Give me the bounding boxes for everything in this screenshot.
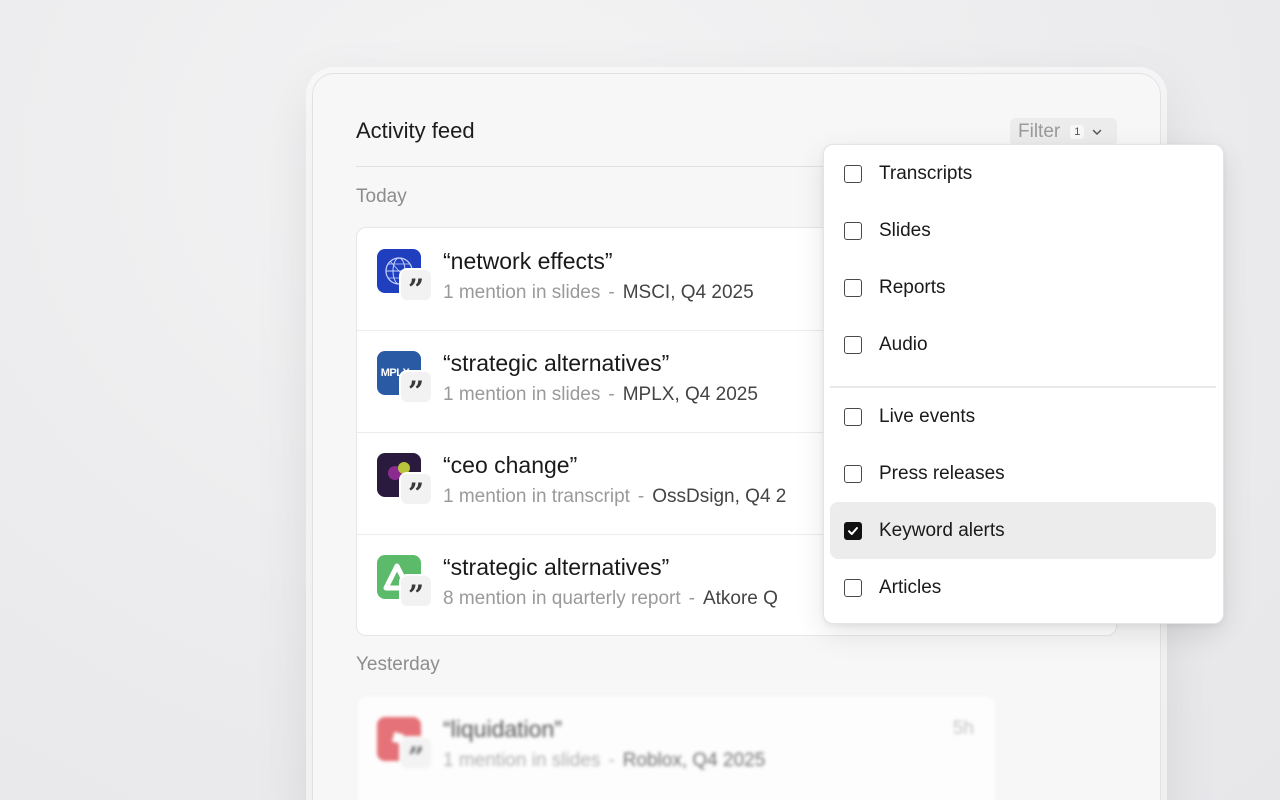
item-title: “network effects” [443, 248, 613, 274]
filter-count-badge: 1 [1070, 125, 1085, 139]
filter-option-label: Keyword alerts [879, 519, 1005, 541]
feed-item[interactable]: ” “liquidation” 1 mention in slides - Robl… [357, 696, 996, 798]
section-today-label: Today [356, 186, 407, 207]
quote-icon: ” [399, 472, 433, 508]
meta-separator: - [608, 282, 615, 303]
item-source: OssDsign, Q4 2 [652, 486, 787, 507]
filter-option-label: Press releases [879, 462, 1005, 484]
filter-option-label: Reports [879, 276, 946, 298]
filter-option-label: Transcripts [879, 162, 973, 184]
filter-option-label: Audio [879, 333, 928, 355]
filter-option-slides[interactable]: Slides [830, 202, 1216, 259]
filter-option-press-releases[interactable]: Press releases [830, 445, 1216, 502]
item-meta: 1 mention in transcript - OssDsign, Q4 2 [443, 486, 786, 508]
yesterday-feed-list: ” “liquidation” 1 mention in slides - Robl… [356, 695, 997, 800]
meta-separator: - [637, 486, 645, 507]
item-meta: 1 mention in slides - MPLX, Q4 2025 [443, 384, 758, 406]
filter-option-audio[interactable]: Audio [830, 316, 1216, 373]
checkbox[interactable] [844, 335, 862, 354]
filter-option-label: Live events [879, 405, 976, 427]
item-mention: 1 mention in slides [443, 384, 601, 405]
filter-option-reports[interactable]: Reports [830, 259, 1216, 316]
checkmark-icon [848, 526, 858, 535]
item-source: Roblox, Q4 2025 [622, 750, 766, 771]
item-source: Atkore Q [702, 588, 778, 609]
quote-icon: ” [399, 268, 433, 304]
item-mention: 1 mention in slides [443, 282, 601, 303]
section-yesterday-label: Yesterday [356, 654, 440, 675]
meta-separator: - [608, 750, 615, 771]
item-title: “strategic alternatives” [443, 350, 670, 376]
quote-icon: ” [399, 574, 433, 610]
chevron-down-icon [1093, 129, 1102, 135]
checkbox-checked[interactable] [844, 521, 862, 540]
item-timestamp: 5h [952, 718, 974, 739]
item-meta: 8 mention in quarterly report - Atkore Q [443, 588, 778, 610]
item-source: MPLX, Q4 2025 [622, 384, 758, 405]
meta-separator: - [688, 588, 695, 609]
filter-option-keyword-alerts[interactable]: Keyword alerts [830, 502, 1216, 559]
checkbox[interactable] [844, 164, 862, 183]
filter-option-label: Slides [879, 219, 931, 241]
quote-icon: ” [399, 370, 433, 406]
quote-icon: ” [399, 736, 433, 772]
panel-title: Activity feed [356, 118, 475, 143]
checkbox[interactable] [844, 407, 862, 426]
item-title: “ceo change” [443, 452, 578, 478]
item-mention: 1 mention in transcript [443, 486, 630, 507]
checkbox[interactable] [844, 464, 862, 483]
meta-separator: - [608, 384, 615, 405]
checkbox[interactable] [844, 278, 862, 297]
filter-option-articles[interactable]: Articles [830, 559, 1216, 616]
item-title: “liquidation” [443, 716, 562, 742]
checkbox[interactable] [844, 578, 862, 597]
filter-button[interactable]: Filter 1 [1010, 118, 1117, 146]
filter-option-live-events[interactable]: Live events [830, 388, 1216, 445]
filter-option-label: Articles [879, 576, 942, 598]
item-mention: 1 mention in slides [443, 750, 601, 771]
filter-dropdown-menu: Transcripts Slides Reports Audio Live ev… [823, 144, 1224, 624]
item-source: MSCI, Q4 2025 [622, 282, 754, 303]
checkbox[interactable] [844, 221, 862, 240]
item-meta: 1 mention in slides - Roblox, Q4 2025 [443, 750, 765, 772]
item-title: “strategic alternatives” [443, 554, 670, 580]
item-mention: 8 mention in quarterly report [443, 588, 681, 609]
item-meta: 1 mention in slides - MSCI, Q4 2025 [443, 282, 754, 304]
filter-label: Filter [1018, 121, 1061, 142]
filter-option-transcripts[interactable]: Transcripts [830, 145, 1216, 202]
